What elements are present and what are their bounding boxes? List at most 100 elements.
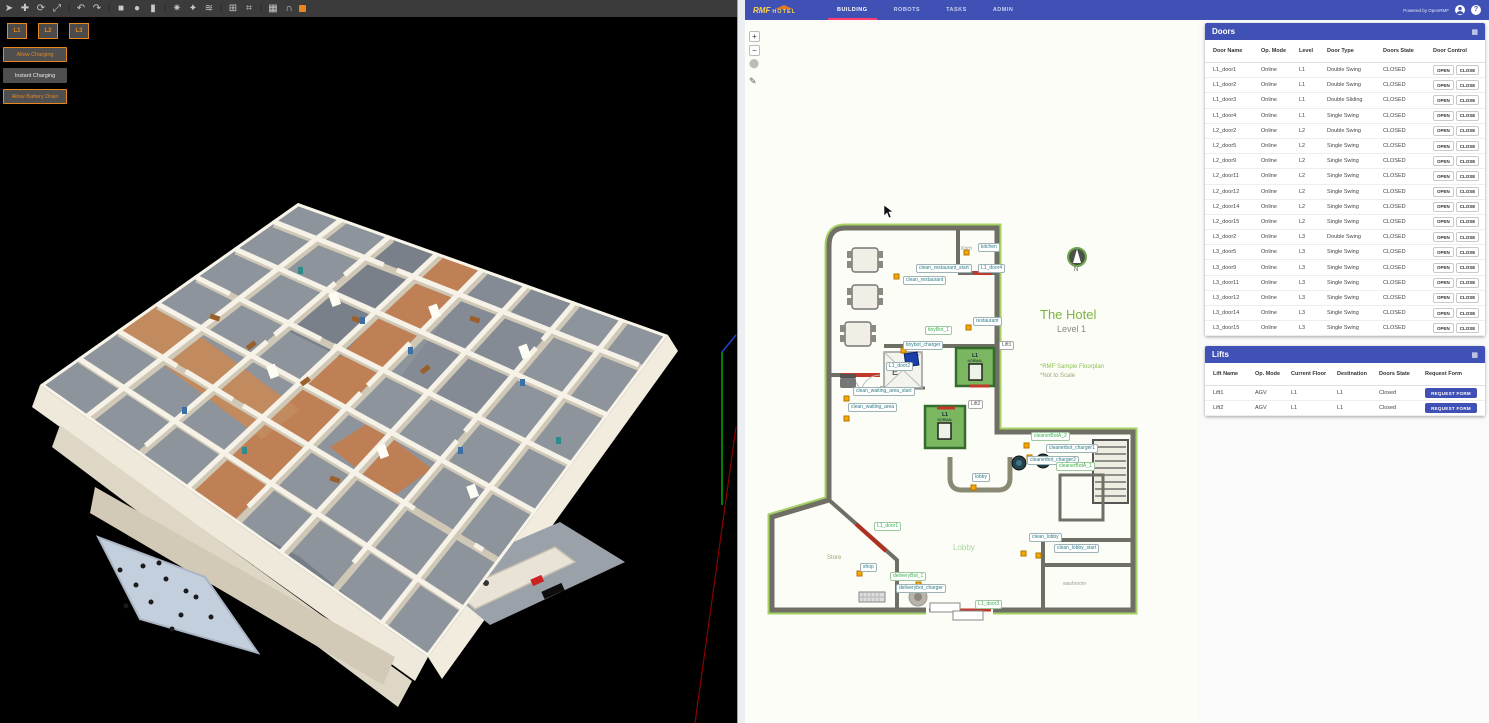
map-label-lobby[interactable]: lobby: [972, 473, 990, 482]
door-close-button[interactable]: CLOSE: [1456, 111, 1480, 121]
door-close-button[interactable]: CLOSE: [1456, 217, 1480, 227]
map-label-l1_door2[interactable]: L1_door2: [886, 362, 913, 371]
map-label-cleanerbota_1[interactable]: cleanerBotA_1: [1056, 462, 1095, 471]
door-open-button[interactable]: OPEN: [1433, 308, 1454, 318]
map-label-clean_restaurant_start[interactable]: clean_restaurant_start: [916, 264, 972, 273]
map-label-lift2[interactable]: Lift2: [968, 400, 983, 409]
door-open-button[interactable]: OPEN: [1433, 247, 1454, 257]
record-icon[interactable]: [299, 5, 306, 12]
view-angle-icon[interactable]: ▦: [267, 1, 279, 16]
map-label-clean_waiting_area[interactable]: clean_waiting_area: [848, 403, 897, 412]
gazebo-3d-viewport[interactable]: ➤✚⟳⤢|↶↷|■●▮|✷✦≋|⊞⌗|▦∩: [0, 0, 737, 723]
tab-tasks[interactable]: TASKS: [933, 0, 980, 20]
map-label-cleanerbot_charger1[interactable]: cleanerbot_charger1: [1046, 444, 1098, 453]
door-open-button[interactable]: OPEN: [1433, 202, 1454, 212]
map-label-clean_lobby_start[interactable]: clean_lobby_start: [1054, 544, 1099, 553]
door-close-button[interactable]: CLOSE: [1456, 65, 1480, 75]
door-close-button[interactable]: CLOSE: [1456, 247, 1480, 257]
spot-light-icon[interactable]: ✦: [187, 1, 199, 16]
map-label-l1_door1[interactable]: L1_door1: [874, 522, 901, 531]
map-label-kitchen[interactable]: kitchen: [978, 243, 1000, 252]
level-button-l2[interactable]: L2: [38, 23, 58, 39]
map-label-deliverybot_1[interactable]: deliveryBot_1: [890, 572, 926, 581]
instant-charging-button[interactable]: Instant Charging: [3, 68, 67, 83]
door-close-button[interactable]: CLOSE: [1456, 202, 1480, 212]
map-label-deliverybot_charger[interactable]: deliverybot_charger: [896, 584, 946, 593]
door-open-button[interactable]: OPEN: [1433, 171, 1454, 181]
directional-light-icon[interactable]: ≋: [203, 1, 215, 16]
door-op-mode: Online: [1261, 204, 1299, 210]
door-open-button[interactable]: OPEN: [1433, 217, 1454, 227]
rotate-icon[interactable]: ⟳: [35, 1, 47, 16]
grid-icon[interactable]: ▦: [1471, 351, 1478, 359]
tab-building[interactable]: BUILDING: [824, 0, 881, 20]
screenshot-icon[interactable]: ∩: [283, 1, 295, 16]
door-open-button[interactable]: OPEN: [1433, 111, 1454, 121]
map-label-restaurant[interactable]: restaurant: [973, 317, 1002, 326]
map-label-clean_lobby[interactable]: clean_lobby: [1029, 533, 1062, 542]
door-close-button[interactable]: CLOSE: [1456, 293, 1480, 303]
rmf-hotel-logo[interactable]: RMF HOTEL: [753, 5, 796, 15]
map-text: The Hotel: [1040, 307, 1096, 322]
cylinder-icon[interactable]: ▮: [147, 1, 159, 16]
door-close-button[interactable]: CLOSE: [1456, 141, 1480, 151]
door-open-button[interactable]: OPEN: [1433, 80, 1454, 90]
tab-admin[interactable]: ADMIN: [980, 0, 1027, 20]
redo-icon[interactable]: ↷: [91, 1, 103, 16]
lift-request-form-button[interactable]: REQUEST FORM: [1425, 388, 1477, 398]
door-close-button[interactable]: CLOSE: [1456, 126, 1480, 136]
doors-panel-header[interactable]: Doors ▦: [1205, 23, 1485, 40]
undo-icon[interactable]: ↶: [75, 1, 87, 16]
door-open-button[interactable]: OPEN: [1433, 65, 1454, 75]
select-arrow-icon[interactable]: ➤: [3, 1, 15, 16]
map-label-cleanerbota_2[interactable]: cleanerBotA_2: [1031, 432, 1070, 441]
door-open-button[interactable]: OPEN: [1433, 323, 1454, 333]
allow-battery-drain-button[interactable]: Allow Battery Drain: [3, 89, 67, 104]
snap-icon[interactable]: ⌗: [243, 1, 255, 16]
door-close-button[interactable]: CLOSE: [1456, 187, 1480, 197]
tab-robots[interactable]: ROBOTS: [881, 0, 934, 20]
door-open-button[interactable]: OPEN: [1433, 95, 1454, 105]
scale-icon[interactable]: ⤢: [51, 1, 63, 16]
account-icon[interactable]: [1455, 5, 1465, 15]
door-open-button[interactable]: OPEN: [1433, 232, 1454, 242]
map-label-lift1[interactable]: Lift1: [999, 341, 1014, 350]
level-button-l1[interactable]: L1: [7, 23, 27, 39]
door-open-button[interactable]: OPEN: [1433, 156, 1454, 166]
door-close-button[interactable]: CLOSE: [1456, 156, 1480, 166]
help-icon[interactable]: ?: [1471, 5, 1481, 15]
door-close-button[interactable]: CLOSE: [1456, 323, 1480, 333]
box-icon[interactable]: ■: [115, 1, 127, 16]
point-light-icon[interactable]: ✷: [171, 1, 183, 16]
grid-icon[interactable]: ▦: [1471, 28, 1478, 36]
door-open-button[interactable]: OPEN: [1433, 293, 1454, 303]
level-button-l3[interactable]: L3: [69, 23, 89, 39]
door-close-button[interactable]: CLOSE: [1456, 171, 1480, 181]
map-label-l1_door3[interactable]: L1_door3: [975, 600, 1002, 609]
floorplan-panel[interactable]: + − ⬤ ✎ E: [745, 20, 1198, 723]
map-label-tinybot_1[interactable]: tinyBot_1: [925, 326, 952, 335]
door-close-button[interactable]: CLOSE: [1456, 278, 1480, 288]
map-label-clean_waiting_area_start[interactable]: clean_waiting_area_start: [853, 387, 915, 396]
lift-request-form-button[interactable]: REQUEST FORM: [1425, 403, 1477, 413]
door-open-button[interactable]: OPEN: [1433, 126, 1454, 136]
door-close-button[interactable]: CLOSE: [1456, 95, 1480, 105]
door-open-button[interactable]: OPEN: [1433, 278, 1454, 288]
door-open-button[interactable]: OPEN: [1433, 263, 1454, 273]
map-label-shop[interactable]: shop: [860, 563, 877, 572]
map-label-tinybot_charger[interactable]: tinybot_charger: [903, 341, 943, 350]
door-close-button[interactable]: CLOSE: [1456, 80, 1480, 90]
translate-icon[interactable]: ✚: [19, 1, 31, 16]
door-open-button[interactable]: OPEN: [1433, 141, 1454, 151]
sphere-icon[interactable]: ●: [131, 1, 143, 16]
door-close-button[interactable]: CLOSE: [1456, 232, 1480, 242]
map-label-clean_restaurant[interactable]: clean_restaurant: [903, 276, 946, 285]
pane-divider[interactable]: [737, 0, 745, 723]
lifts-panel-header[interactable]: Lifts ▦: [1205, 346, 1485, 363]
door-open-button[interactable]: OPEN: [1433, 187, 1454, 197]
map-label-l1_door4[interactable]: L1_door4: [978, 264, 1005, 273]
align-icon[interactable]: ⊞: [227, 1, 239, 16]
door-close-button[interactable]: CLOSE: [1456, 308, 1480, 318]
allow-charging-button[interactable]: Allow Charging: [3, 47, 67, 62]
door-close-button[interactable]: CLOSE: [1456, 263, 1480, 273]
